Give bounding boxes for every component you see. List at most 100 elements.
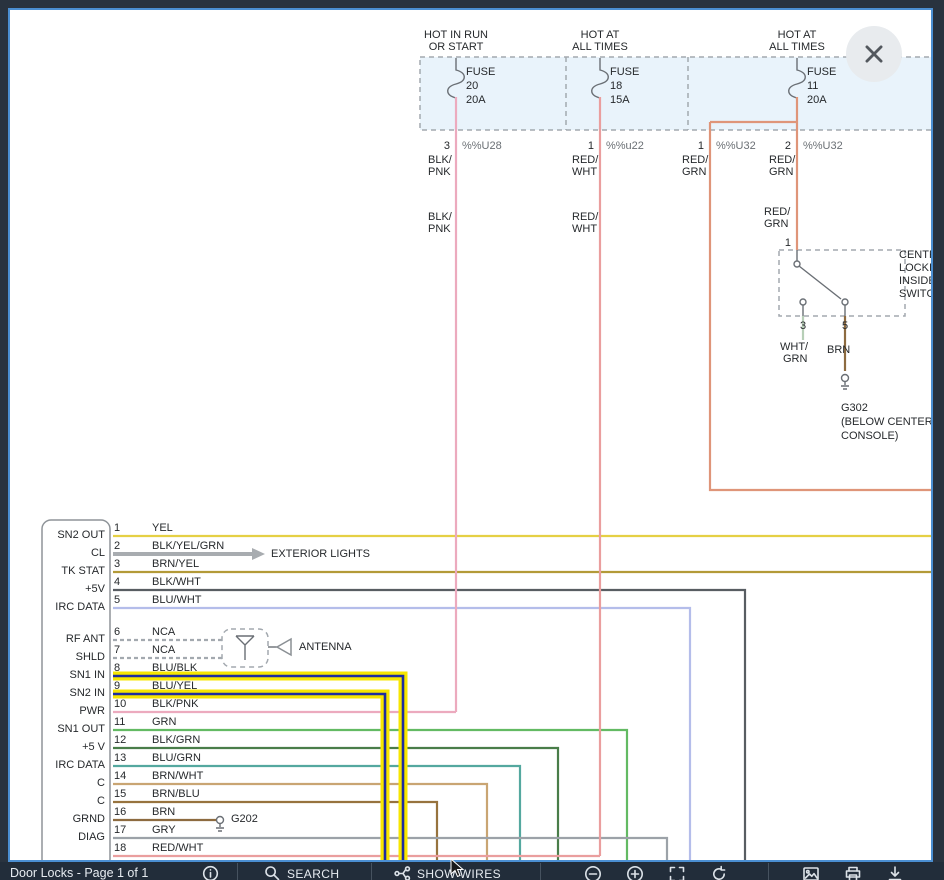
fuse-label: FUSE: [610, 66, 640, 78]
toolbar-divider: [768, 863, 769, 880]
wire-color-label: GRN: [769, 166, 794, 178]
connector-pin-label: SN2 IN: [69, 687, 105, 699]
exterior-lights-label: EXTERIOR LIGHTS: [271, 548, 371, 560]
connector-pin-label: SN1 IN: [69, 669, 105, 681]
wire-color-label: BLU/WHT: [152, 594, 202, 606]
power-title: ALL TIMES: [572, 41, 628, 53]
diagram-canvas[interactable]: HOT IN RUN OR START HOT AT ALL TIMES HOT…: [8, 8, 933, 862]
info-icon: [202, 865, 219, 880]
toolbar-divider: [540, 863, 541, 880]
search-icon: [265, 866, 280, 880]
wire-color-label: BLU/GRN: [152, 752, 201, 764]
pin-number: 5: [841, 320, 849, 332]
wire-color-label: WHT/: [780, 341, 809, 353]
connector-id: %%u22: [606, 140, 644, 152]
connector-pin-label: CL: [90, 547, 105, 559]
pin-number: 4: [114, 576, 121, 588]
pin-number: 2: [114, 540, 121, 552]
search-label: SEARCH: [287, 866, 340, 880]
image-button[interactable]: [802, 865, 820, 880]
close-icon: [865, 45, 883, 63]
pin-number: 1: [784, 237, 791, 249]
bottom-toolbar: Door Locks - Page 1 of 1 SEARCH SHOW WIR…: [0, 862, 944, 880]
pin-number: 14: [114, 770, 127, 782]
wire-color-label: BRN/BLU: [152, 788, 200, 800]
power-title: HOT AT: [580, 29, 620, 41]
fuse-rating: 20A: [466, 94, 486, 106]
zoom-in-icon: [627, 866, 643, 880]
antenna-label: ANTENNA: [299, 641, 352, 653]
wire-color-label: BLK/: [428, 154, 452, 166]
scrollbar-right[interactable]: [933, 0, 944, 880]
image-icon: [803, 867, 819, 880]
wire-color-label: BLU/YEL: [152, 680, 198, 692]
app-window: HOT IN RUN OR START HOT AT ALL TIMES HOT…: [0, 0, 944, 880]
info-button[interactable]: [202, 865, 219, 880]
wire-color-label: RED/: [572, 211, 599, 223]
wire-color-label: GRN: [682, 166, 707, 178]
connector-pin-label: PWR: [79, 705, 105, 717]
pin-number: 18: [114, 842, 127, 854]
wire-color-label: BLU/BLK: [152, 662, 198, 674]
search-button[interactable]: SEARCH: [264, 865, 339, 880]
wire-color-label: BRN: [152, 806, 176, 818]
pin-number: 13: [114, 752, 127, 764]
print-button[interactable]: [844, 865, 862, 880]
connector-id: %%U32: [716, 140, 756, 152]
fuse-label: FUSE: [466, 66, 496, 78]
wire-color-label: BLK/WHT: [152, 576, 201, 588]
pin-number: 6: [114, 626, 121, 638]
fit-to-screen-icon: [669, 866, 685, 880]
wire-color-label: GRY: [152, 824, 176, 836]
close-button[interactable]: [846, 26, 902, 82]
fuse-number: 20: [466, 80, 479, 92]
toolbar-divider: [237, 863, 238, 880]
wire-color-label: BLK/GRN: [152, 734, 201, 746]
wire-color-label: RED/: [682, 154, 709, 166]
pin-number: 8: [114, 662, 121, 674]
wire-color-label: PNK: [428, 166, 451, 178]
pin-number: 1: [697, 140, 704, 152]
show-wires-button[interactable]: SHOW WIRES: [394, 865, 501, 880]
pin-number: 2: [784, 140, 791, 152]
rotate-button[interactable]: [710, 865, 728, 880]
wire-color-label: BRN: [827, 344, 851, 356]
toolbar-divider: [371, 863, 372, 880]
download-button[interactable]: [886, 865, 904, 880]
connector-pin-label: IRC DATA: [55, 601, 105, 613]
rotate-icon: [713, 865, 726, 880]
ground-location: CONSOLE): [841, 430, 899, 442]
window-edge-left: [0, 0, 8, 880]
wire-color-label: BRN/WHT: [152, 770, 204, 782]
pin-number: 3: [114, 558, 121, 570]
pin-number: 1: [587, 140, 594, 152]
wire-color-label: WHT: [572, 166, 598, 178]
fuse-label: FUSE: [807, 66, 837, 78]
pin-number: 5: [114, 594, 121, 606]
wire-color-label: NCA: [152, 644, 176, 656]
connector-pin-label: C: [97, 795, 105, 807]
pin-number: 12: [114, 734, 127, 746]
zoom-in-button[interactable]: [626, 865, 644, 880]
zoom-out-button[interactable]: [584, 865, 602, 880]
switch-name: INSIDE: [899, 275, 933, 287]
ground-id: G302: [841, 402, 868, 414]
connector-pin-label: C: [97, 777, 105, 789]
connector-pin-label: +5V: [85, 583, 105, 595]
wire-color-label: GRN: [783, 353, 808, 365]
pin-number: 15: [114, 788, 127, 800]
connector-pin-label: GRND: [72, 813, 105, 825]
fit-to-screen-button[interactable]: [668, 865, 686, 880]
power-title: HOT IN RUN: [424, 29, 488, 41]
fuse-rating: 15A: [610, 94, 630, 106]
wire-color-label: PNK: [428, 223, 451, 235]
connector-pin-label: +5 V: [82, 741, 105, 753]
wire-color-label: BLK/PNK: [152, 698, 199, 710]
pin-number: 7: [114, 644, 121, 656]
wire-color-label: GRN: [152, 716, 177, 728]
connector-id: %%U28: [462, 140, 502, 152]
connector-pin-label: RF ANT: [65, 633, 105, 645]
pin-number: 16: [114, 806, 127, 818]
pin-number: 11: [114, 716, 126, 728]
wire-color-label: RED/: [572, 154, 599, 166]
